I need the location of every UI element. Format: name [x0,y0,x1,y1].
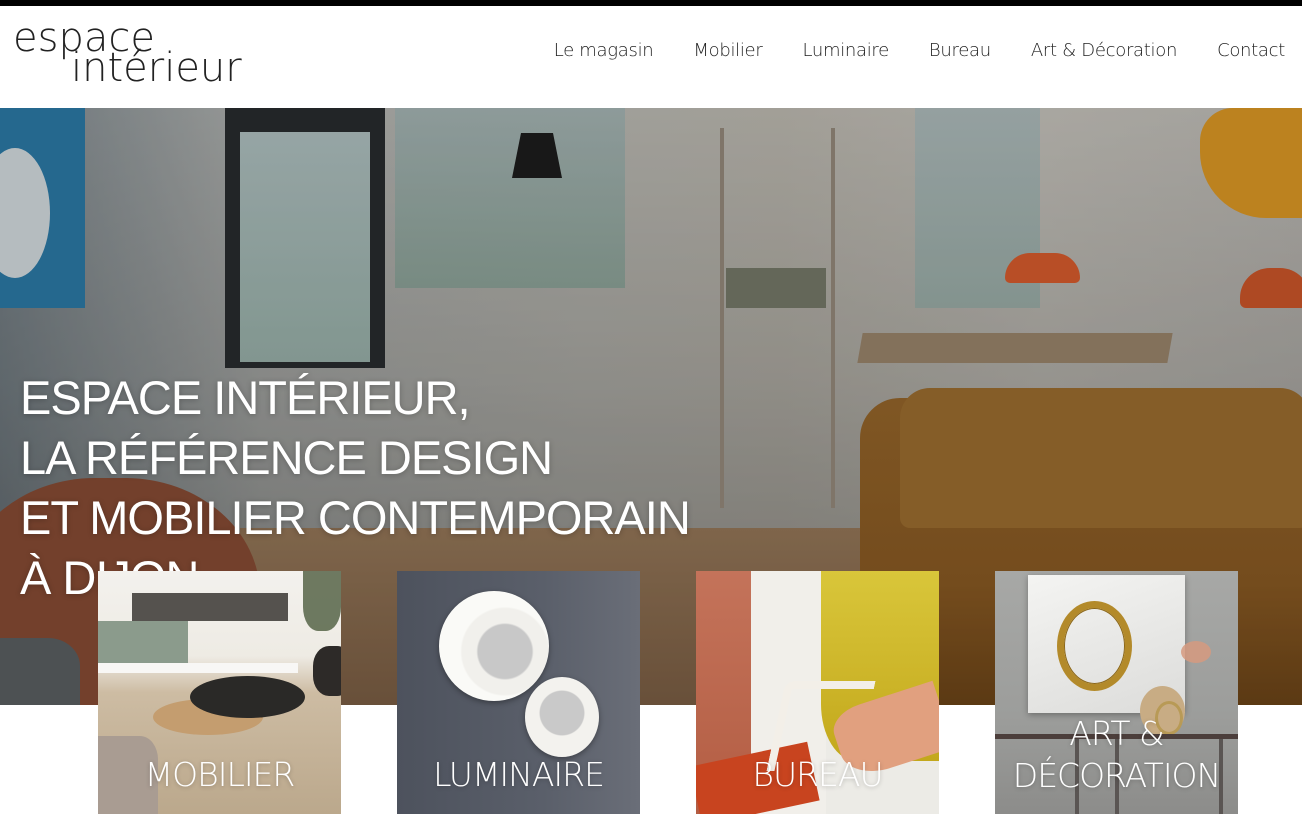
luminaire-lamp-small [525,677,599,757]
mobilier-black-table [190,676,305,718]
logo-line-2: intérieur [71,45,242,91]
category-label-luminaire: LUMINAIRE [433,755,605,794]
art-gold-frame [1057,601,1132,691]
mobilier-green-cabinet [98,621,188,663]
mobilier-sideboard [132,593,288,621]
category-label-art-line-2: DÉCORATION [1012,756,1221,795]
nav-item-mobilier[interactable]: Mobilier [693,40,762,61]
category-card-bureau[interactable]: BUREAU [696,571,939,814]
main-nav: Le magasin Mobilier Luminaire Bureau Art… [554,40,1286,61]
category-label-bureau: BUREAU [752,755,883,794]
category-card-mobilier[interactable]: MOBILIER [98,571,341,814]
art-flower [1181,641,1211,663]
nav-item-contact[interactable]: Contact [1217,40,1285,61]
mobilier-white-base [98,663,298,673]
site-header: espace intérieur Le magasin Mobilier Lum… [0,6,1302,108]
mobilier-plant [303,571,341,631]
nav-item-luminaire[interactable]: Luminaire [802,40,889,61]
hero-title-line-1: ESPACE INTÉRIEUR, [20,371,471,424]
nav-item-le-magasin[interactable]: Le magasin [554,40,654,61]
category-card-art-decoration[interactable]: ART & DÉCORATION [995,571,1238,814]
nav-item-art-decoration[interactable]: Art & Décoration [1031,40,1178,61]
luminaire-lamp-large [439,591,549,701]
logo-link[interactable]: espace intérieur [13,18,263,93]
category-cards: MOBILIER LUMINAIRE BUREAU ART & DÉCORATI… [0,571,1302,814]
category-label-mobilier: MOBILIER [144,755,296,794]
hero-title-line-3: ET MOBILIER CONTEMPORAIN [20,491,691,544]
hero-title-line-2: LA RÉFÉRENCE DESIGN [20,431,553,484]
category-card-luminaire[interactable]: LUMINAIRE [397,571,640,814]
category-label-art-line-1: ART & [1069,714,1164,753]
nav-item-bureau[interactable]: Bureau [929,40,991,61]
category-label-art-decoration: ART & DÉCORATION [995,713,1238,797]
mobilier-pouf [313,646,341,696]
